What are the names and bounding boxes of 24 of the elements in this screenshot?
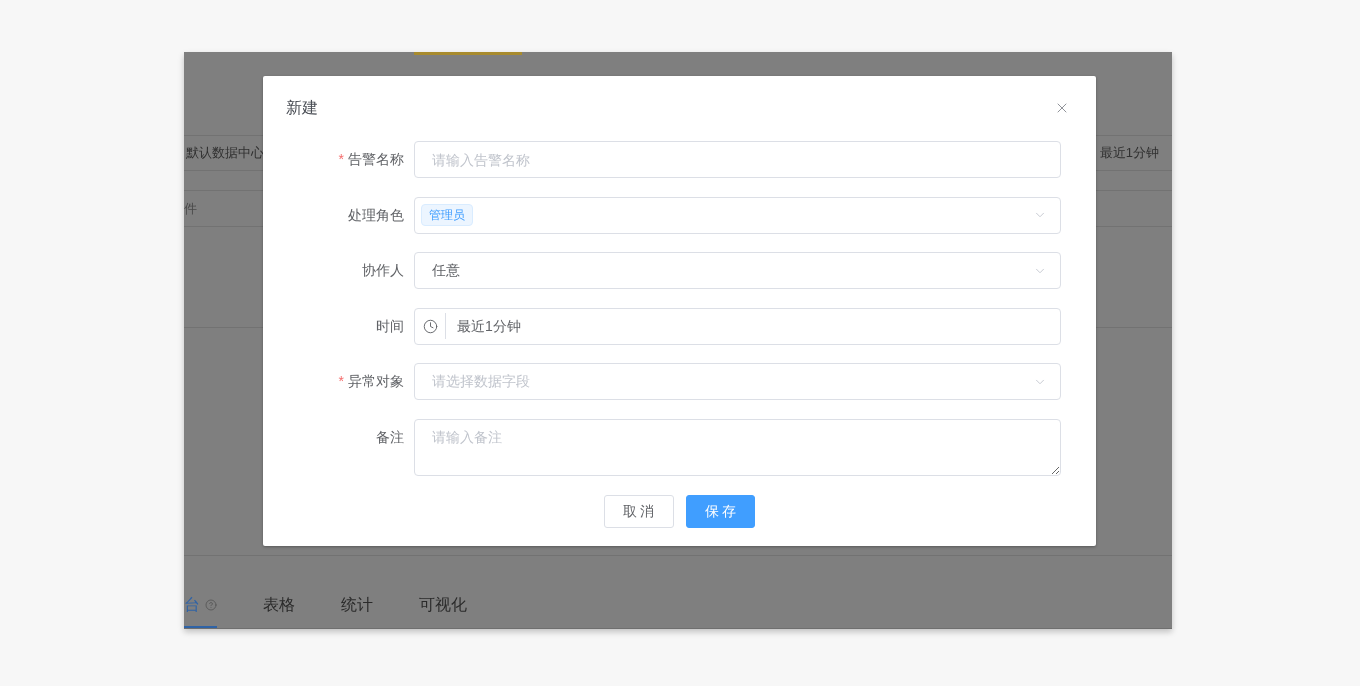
tab[interactable]: 可视化 xyxy=(419,584,467,628)
field-label: 协作人 xyxy=(362,261,404,280)
save-button[interactable]: 保 存 xyxy=(685,495,756,528)
field-label: 处理角色 xyxy=(348,205,404,225)
select-field[interactable]: 任意 xyxy=(414,252,1061,289)
table-cell-text: 最近1分钟 xyxy=(1099,144,1159,163)
required-asterisk: * xyxy=(338,372,344,391)
tab[interactable]: 统计 xyxy=(341,584,373,628)
text-input[interactable]: 请输入告警名称 xyxy=(414,141,1061,178)
cancel-button[interactable]: 取 消 xyxy=(603,495,674,528)
table-cell-text: 默认数据中心 xyxy=(186,144,264,162)
dialog-title: 新建 xyxy=(286,98,318,118)
help-icon[interactable] xyxy=(205,599,217,611)
field-label: 备注 xyxy=(376,427,404,447)
field-label: 时间 xyxy=(376,316,404,336)
field-label: 异常对象 xyxy=(348,372,404,391)
required-asterisk: * xyxy=(338,150,344,169)
role-tag: 管理员 xyxy=(421,204,473,226)
clock-icon xyxy=(423,318,438,334)
tab[interactable]: 表格 xyxy=(263,584,295,628)
textarea-field[interactable]: 请输入备注 xyxy=(414,418,1061,476)
select-field[interactable]: 管理员 xyxy=(414,196,1061,234)
field-label: 告警名称 xyxy=(348,150,404,169)
time-field[interactable]: 最近1分钟 xyxy=(414,307,1061,345)
